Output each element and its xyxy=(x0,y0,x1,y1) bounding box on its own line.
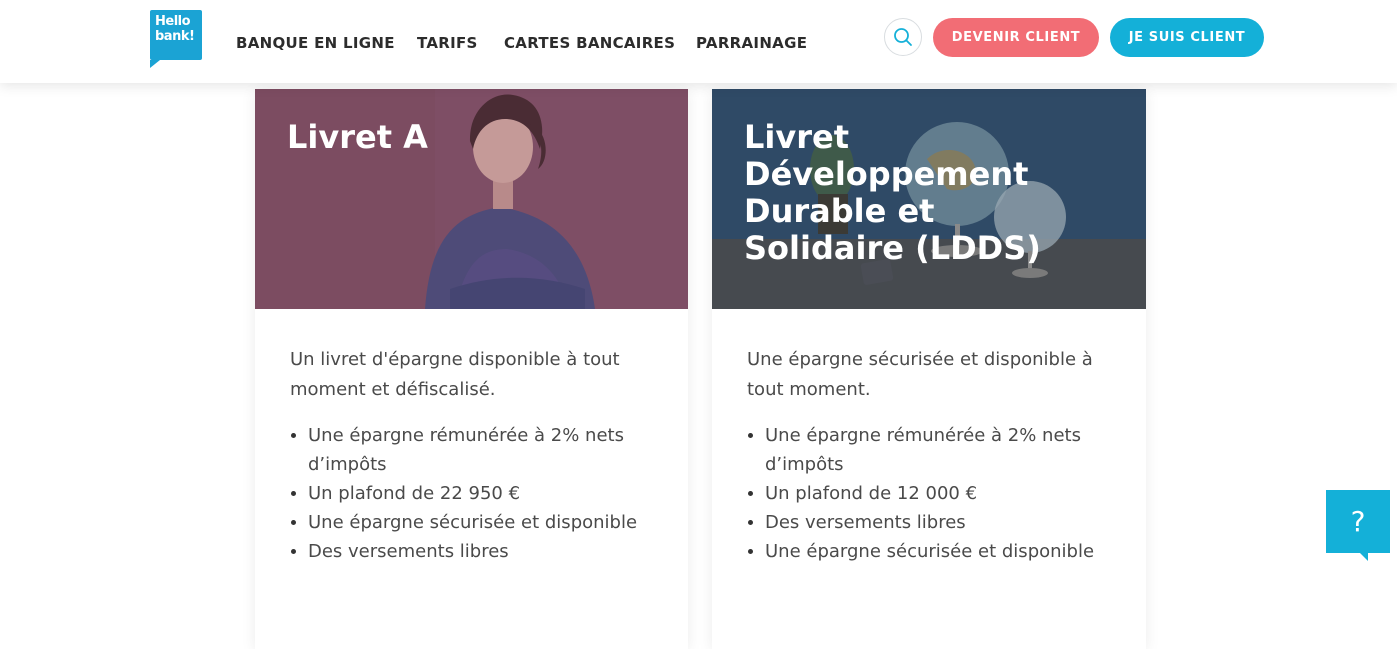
nav-cartes-bancaires[interactable]: CARTES BANCAIRES xyxy=(504,34,675,52)
feature-list: Une épargne rémunérée à 2% nets d’impôts… xyxy=(290,421,660,566)
list-item: Des versements libres xyxy=(748,508,1117,537)
card-body: Un livret d'épargne disponible à tout mo… xyxy=(290,345,660,566)
list-item: Une épargne rémunérée à 2% nets d’impôts xyxy=(748,421,1117,479)
logo-text: Hello bank! xyxy=(155,14,195,44)
site-header: Hello bank! BANQUE EN LIGNE TARIFS CARTE… xyxy=(0,0,1397,83)
card-description: Une épargne sécurisée et disponible à to… xyxy=(747,349,1093,400)
list-item: Une épargne sécurisée et disponible xyxy=(291,508,660,537)
card-title: Livret A xyxy=(287,118,428,156)
logo-line-1: Hello xyxy=(155,14,191,29)
search-icon xyxy=(894,28,912,46)
list-item: Une épargne rémunérée à 2% nets d’impôts xyxy=(291,421,660,479)
search-button[interactable] xyxy=(884,18,922,56)
card-description: Un livret d'épargne disponible à tout mo… xyxy=(290,349,620,400)
nav-parrainage[interactable]: PARRAINAGE xyxy=(696,34,807,52)
card-hero-image: Livret Développement Durable et Solidair… xyxy=(712,89,1146,309)
card-title: Livret Développement Durable et Solidair… xyxy=(744,118,1041,267)
card-livret-a[interactable]: Livret A Un livret d'épargne disponible … xyxy=(255,89,688,649)
list-item: Un plafond de 12 000 € xyxy=(748,479,1117,508)
card-hero-image: Livret A xyxy=(255,89,688,309)
list-item: Une épargne sécurisée et disponible xyxy=(748,537,1117,566)
hello-bank-logo[interactable]: Hello bank! xyxy=(150,10,202,68)
feature-list: Une épargne rémunérée à 2% nets d’impôts… xyxy=(747,421,1117,566)
list-item: Un plafond de 22 950 € xyxy=(291,479,660,508)
nav-tarifs[interactable]: TARIFS xyxy=(417,34,478,52)
help-button[interactable]: ? xyxy=(1326,490,1390,561)
je-suis-client-button[interactable]: JE SUIS CLIENT xyxy=(1110,18,1264,57)
question-mark-icon: ? xyxy=(1350,505,1366,538)
devenir-client-button[interactable]: DEVENIR CLIENT xyxy=(933,18,1099,57)
card-body: Une épargne sécurisée et disponible à to… xyxy=(747,345,1117,566)
list-item: Des versements libres xyxy=(291,537,660,566)
logo-line-2: bank! xyxy=(155,29,195,44)
nav-banque-en-ligne[interactable]: BANQUE EN LIGNE xyxy=(236,34,395,52)
card-ldds[interactable]: Livret Développement Durable et Solidair… xyxy=(712,89,1146,649)
